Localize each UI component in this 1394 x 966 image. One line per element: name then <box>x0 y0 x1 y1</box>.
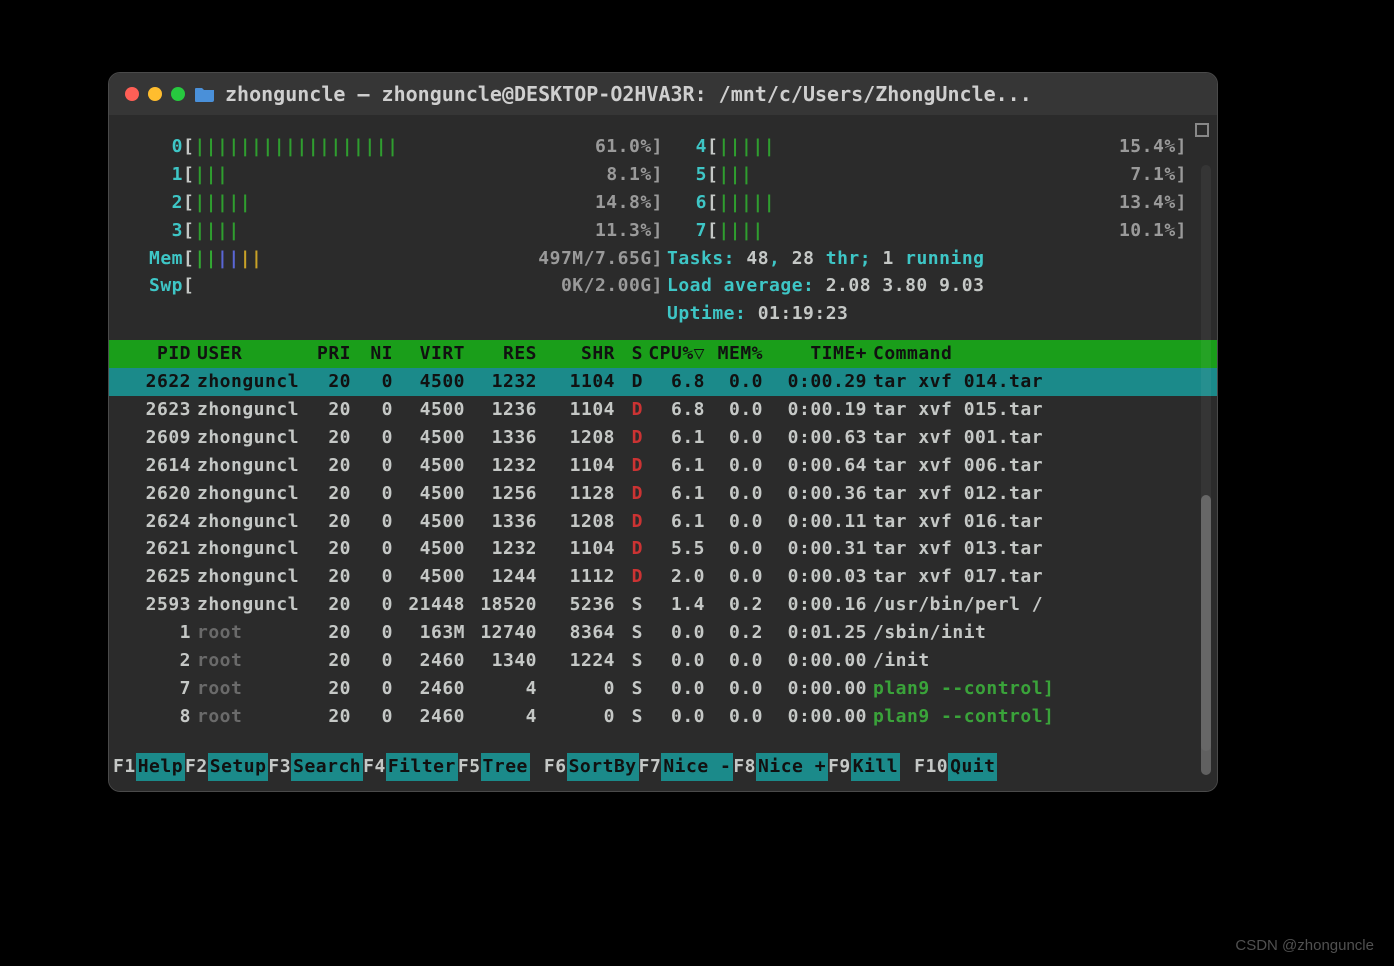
flabel-quit[interactable]: Quit <box>948 753 997 781</box>
col-user[interactable]: USER <box>191 340 301 368</box>
uptime-stat: Uptime: 01:19:23 <box>663 300 1187 328</box>
col-pid[interactable]: PID <box>129 340 191 368</box>
col-virt[interactable]: VIRT <box>393 340 465 368</box>
process-row[interactable]: 2609zhonguncl200450013361208 D6.10.00:00… <box>109 424 1217 452</box>
col-res[interactable]: RES <box>465 340 537 368</box>
col-shr[interactable]: SHR <box>537 340 615 368</box>
col-cpu[interactable]: CPU%▽ <box>643 340 705 368</box>
flabel-search[interactable]: Search <box>291 753 363 781</box>
fkey-f5[interactable]: F5 <box>458 753 481 781</box>
fkey-f1[interactable]: F1 <box>113 753 136 781</box>
terminal-window: zhonguncle — zhonguncle@DESKTOP-O2HVA3R:… <box>108 72 1218 792</box>
maximize-icon[interactable] <box>1195 123 1209 137</box>
process-row[interactable]: 7root200246040 S0.00.00:00.00plan9 --con… <box>109 675 1217 703</box>
col-s[interactable]: S <box>615 340 643 368</box>
close-icon[interactable] <box>125 87 139 101</box>
col-cmd[interactable]: Command <box>867 340 1217 368</box>
flabel-setup[interactable]: Setup <box>208 753 269 781</box>
cpu-meter-6: 6[|||||13.4%] <box>663 189 1187 217</box>
cpu-meter-2: 2[|||||14.8%] <box>139 189 663 217</box>
fkey-f9[interactable]: F9 <box>828 753 851 781</box>
cpu-meter-1: 1[|||8.1%] <box>139 161 663 189</box>
process-row[interactable]: 2625zhonguncl200450012441112 D2.00.00:00… <box>109 563 1217 591</box>
process-row[interactable]: 2623zhonguncl200450012361104 D6.80.00:00… <box>109 396 1217 424</box>
terminal-body[interactable]: 0[||||||||||||||||||61.0%]1[|||8.1%]2[||… <box>109 115 1217 791</box>
flabel-nice--[interactable]: Nice - <box>661 753 733 781</box>
fkey-f7[interactable]: F7 <box>639 753 662 781</box>
process-row[interactable]: 2624zhonguncl200450013361208 D6.10.00:00… <box>109 508 1217 536</box>
cpu-meter-5: 5[|||7.1%] <box>663 161 1187 189</box>
swap-meter: Swp[0K/2.00G] <box>139 272 663 300</box>
meters-panel: 0[||||||||||||||||||61.0%]1[|||8.1%]2[||… <box>109 133 1217 328</box>
flabel-tree[interactable]: Tree <box>481 753 530 781</box>
cpu-meter-3: 3[||||11.3%] <box>139 217 663 245</box>
flabel-nice-+[interactable]: Nice + <box>756 753 828 781</box>
flabel-kill[interactable]: Kill <box>851 753 900 781</box>
fkey-f3[interactable]: F3 <box>268 753 291 781</box>
minimize-icon[interactable] <box>148 87 162 101</box>
process-row[interactable]: 2root200246013401224 S0.00.00:00.00/init <box>109 647 1217 675</box>
process-row[interactable]: 2593zhonguncl20021448185205236 S1.40.20:… <box>109 591 1217 619</box>
traffic-lights <box>125 87 185 101</box>
folder-icon <box>195 86 215 102</box>
process-row[interactable]: 2620zhonguncl200450012561128 D6.10.00:00… <box>109 480 1217 508</box>
tasks-stat: Tasks: 48, 28 thr; 1 running <box>663 245 1187 273</box>
col-ni[interactable]: NI <box>351 340 393 368</box>
fkey-f10[interactable]: F10 <box>914 753 948 781</box>
scrollbar[interactable] <box>1201 165 1211 751</box>
flabel-filter[interactable]: Filter <box>386 753 458 781</box>
window-title: zhonguncle — zhonguncle@DESKTOP-O2HVA3R:… <box>225 82 1032 106</box>
mem-meter: Mem[||||||497M/7.65G] <box>139 245 663 273</box>
process-row[interactable]: 1root200163M127408364 S0.00.20:01.25/sbi… <box>109 619 1217 647</box>
titlebar[interactable]: zhonguncle — zhonguncle@DESKTOP-O2HVA3R:… <box>109 73 1217 115</box>
process-list[interactable]: 2622zhonguncl200450012321104 D6.80.00:00… <box>109 368 1217 731</box>
process-row[interactable]: 2614zhonguncl200450012321104 D6.10.00:00… <box>109 452 1217 480</box>
flabel-sortby[interactable]: SortBy <box>567 753 639 781</box>
cpu-meter-0: 0[||||||||||||||||||61.0%] <box>139 133 663 161</box>
cpu-meter-4: 4[|||||15.4%] <box>663 133 1187 161</box>
col-pri[interactable]: PRI <box>301 340 351 368</box>
load-stat: Load average: 2.08 3.80 9.03 <box>663 272 1187 300</box>
fkey-f4[interactable]: F4 <box>363 753 386 781</box>
watermark: CSDN @zhonguncle <box>1235 937 1374 954</box>
cpu-meter-7: 7[||||10.1%] <box>663 217 1187 245</box>
fkey-f6[interactable]: F6 <box>544 753 567 781</box>
process-row[interactable]: 2621zhonguncl200450012321104 D5.50.00:00… <box>109 535 1217 563</box>
fkey-f8[interactable]: F8 <box>733 753 756 781</box>
process-header[interactable]: PID USER PRI NI VIRT RES SHR S CPU%▽ MEM… <box>109 340 1217 368</box>
col-mem[interactable]: MEM% <box>705 340 763 368</box>
fkey-f2[interactable]: F2 <box>185 753 208 781</box>
zoom-icon[interactable] <box>171 87 185 101</box>
process-row[interactable]: 2622zhonguncl200450012321104 D6.80.00:00… <box>109 368 1217 396</box>
scroll-thumb[interactable] <box>1201 495 1211 775</box>
footer-bar: F1HelpF2SetupF3SearchF4FilterF5Tree F6Sor… <box>109 753 1197 781</box>
col-time[interactable]: TIME+ <box>763 340 867 368</box>
flabel-help[interactable]: Help <box>136 753 185 781</box>
process-row[interactable]: 8root200246040 S0.00.00:00.00plan9 --con… <box>109 703 1217 731</box>
